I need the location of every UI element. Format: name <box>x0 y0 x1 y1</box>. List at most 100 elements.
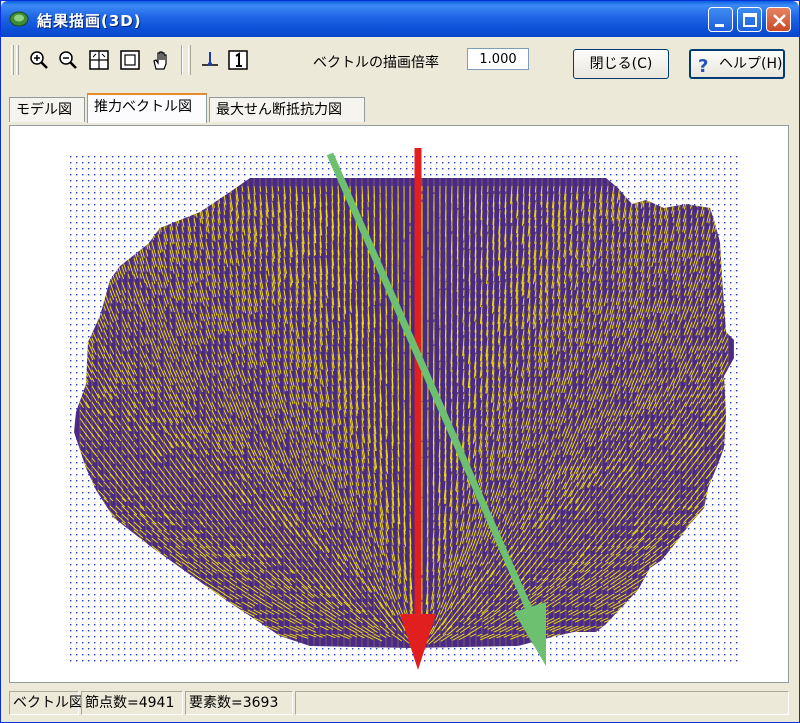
grid-dot <box>406 648 408 650</box>
grid-dot <box>148 174 150 176</box>
grid-dot <box>214 186 216 188</box>
grid-dot <box>142 600 144 602</box>
grid-dot <box>166 588 168 590</box>
grid-dot <box>268 168 270 170</box>
grid-dot <box>136 198 138 200</box>
grid-dot <box>100 594 102 596</box>
grid-dot <box>184 156 186 158</box>
grid-dot <box>124 216 126 218</box>
grid-dot <box>76 582 78 584</box>
toolbar-grip[interactable] <box>188 45 191 75</box>
grid-dot <box>196 192 198 194</box>
grid-dot <box>76 660 78 662</box>
grid-dot <box>250 174 252 176</box>
grid-dot <box>184 600 186 602</box>
tab-max-shear[interactable]: 最大せん断抵抗力図 <box>209 97 365 122</box>
grid-dot <box>112 210 114 212</box>
grid-dot <box>292 660 294 662</box>
grid-dot <box>94 516 96 518</box>
help-button[interactable]: ? ヘルプ(H) <box>689 49 785 79</box>
grid-dot <box>250 624 252 626</box>
grid-dot <box>70 336 72 338</box>
grid-dot <box>196 594 198 596</box>
toolbar-grip[interactable] <box>11 45 14 75</box>
grid-dot <box>298 648 300 650</box>
grid-dot <box>70 438 72 440</box>
grid-dot <box>166 582 168 584</box>
fit-grid-icon[interactable] <box>88 49 110 71</box>
grid-dot <box>112 558 114 560</box>
grid-dot <box>202 198 204 200</box>
window-title: 結果描画(3D) <box>37 12 142 30</box>
grid-dot <box>280 660 282 662</box>
grid-dot <box>202 618 204 620</box>
grid-dot <box>70 234 72 236</box>
grid-dot <box>106 192 108 194</box>
node-select-icon[interactable] <box>199 49 221 71</box>
grid-dot <box>130 192 132 194</box>
grid-dot <box>106 582 108 584</box>
grid-dot <box>142 168 144 170</box>
tab-thrust-vector[interactable]: 推力ベクトル図 <box>87 93 207 123</box>
grid-dot <box>154 564 156 566</box>
grid-dot <box>130 174 132 176</box>
grid-dot <box>358 654 360 656</box>
grid-dot <box>166 654 168 656</box>
vector-canvas[interactable] <box>9 125 789 683</box>
number-one-icon[interactable] <box>227 49 249 71</box>
grid-dot <box>130 648 132 650</box>
grid-dot <box>148 600 150 602</box>
grid-dot <box>280 654 282 656</box>
grid-dot <box>130 588 132 590</box>
grid-dot <box>118 252 120 254</box>
grid-dot <box>172 594 174 596</box>
minimize-button[interactable] <box>708 7 733 32</box>
grid-dot <box>88 222 90 224</box>
grid-dot <box>76 222 78 224</box>
grid-dot <box>70 252 72 254</box>
grid-dot <box>400 156 402 158</box>
tab-model[interactable]: モデル図 <box>9 97 85 122</box>
grid-dot <box>88 282 90 284</box>
grid-dot <box>88 642 90 644</box>
zoom-out-icon[interactable] <box>57 49 79 71</box>
grid-dot <box>112 156 114 158</box>
grid-dot <box>142 624 144 626</box>
grid-dot <box>184 180 186 182</box>
close-button[interactable]: 閉じる(C) <box>573 49 669 79</box>
pan-hand-icon[interactable] <box>150 49 172 71</box>
vector-scale-input[interactable] <box>467 48 529 70</box>
grid-dot <box>232 648 234 650</box>
app-icon <box>9 10 29 28</box>
grid-dot <box>82 576 84 578</box>
grid-dot <box>232 162 234 164</box>
grid-dot <box>178 192 180 194</box>
grid-dot <box>88 252 90 254</box>
grid-dot <box>292 654 294 656</box>
grid-dot <box>88 510 90 512</box>
grid-dot <box>70 636 72 638</box>
grid-dot <box>190 654 192 656</box>
toolbar-separator <box>181 45 183 75</box>
window-zoom-icon[interactable] <box>119 49 141 71</box>
grid-dot <box>136 168 138 170</box>
maximize-button[interactable] <box>737 7 762 32</box>
close-window-button[interactable] <box>766 7 791 32</box>
zoom-in-icon[interactable] <box>28 49 50 71</box>
grid-dot <box>322 174 324 176</box>
grid-dot <box>142 186 144 188</box>
grid-dot <box>142 246 144 248</box>
grid-dot <box>94 570 96 572</box>
grid-dot <box>94 654 96 656</box>
grid-dot <box>94 312 96 314</box>
grid-dot <box>238 648 240 650</box>
grid-dot <box>94 300 96 302</box>
grid-dot <box>76 384 78 386</box>
grid-dot <box>238 168 240 170</box>
grid-dot <box>406 174 408 176</box>
title-bar[interactable]: 結果描画(3D) <box>1 1 799 37</box>
grid-dot <box>310 654 312 656</box>
grid-dot <box>190 186 192 188</box>
grid-dot <box>106 552 108 554</box>
toolbar-grip[interactable] <box>16 45 19 75</box>
